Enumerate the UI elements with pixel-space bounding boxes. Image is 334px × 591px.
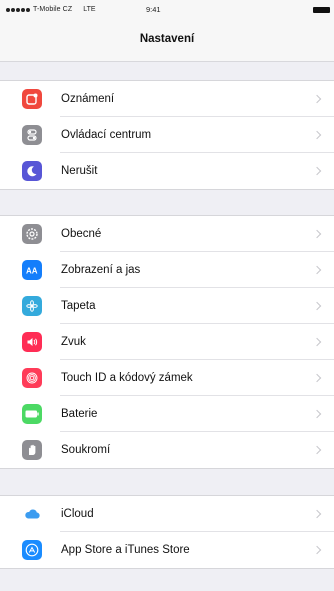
- row-label: Oznámení: [61, 93, 115, 105]
- settings-row-battery[interactable]: Baterie: [0, 396, 334, 432]
- carrier-name: T-Mobile CZ: [33, 6, 73, 13]
- chevron-right-icon: [312, 409, 322, 419]
- chevron-right-icon: [312, 373, 322, 383]
- chevron-right-icon: [312, 94, 322, 104]
- settings-group-3: iCloud App Store a iTunes Store: [0, 495, 334, 569]
- settings-group-1: Oznámení Ovládací centrum Nerušit: [0, 80, 334, 190]
- row-label: Ovládací centrum: [61, 129, 152, 141]
- gear-icon: [22, 224, 42, 244]
- chevron-right-icon: [312, 445, 322, 455]
- chevron-right-icon: [312, 166, 322, 176]
- settings-row-app-store[interactable]: App Store a iTunes Store: [0, 532, 334, 568]
- cloud-icon: [22, 504, 42, 524]
- chevron-right-icon: [312, 545, 322, 555]
- signal-strength-icon: [6, 7, 30, 12]
- display-brightness-icon: AA: [22, 260, 42, 280]
- chevron-right-icon: [312, 509, 322, 519]
- chevron-right-icon: [312, 229, 322, 239]
- settings-row-touch-id[interactable]: Touch ID a kódový zámek: [0, 360, 334, 396]
- settings-row-general[interactable]: Obecné: [0, 216, 334, 252]
- status-bar-left: T-Mobile CZ LTE: [6, 6, 96, 13]
- row-label: iCloud: [61, 508, 94, 520]
- status-time: 9:41: [146, 5, 161, 14]
- hand-icon: [22, 440, 42, 460]
- row-label: Tapeta: [61, 300, 96, 312]
- settings-row-icloud[interactable]: iCloud: [0, 496, 334, 532]
- row-label: Touch ID a kódový zámek: [61, 372, 193, 384]
- chevron-right-icon: [312, 265, 322, 275]
- fingerprint-icon: [22, 368, 42, 388]
- network-type: LTE: [83, 6, 96, 13]
- battery-icon: [22, 404, 42, 424]
- chevron-right-icon: [312, 337, 322, 347]
- battery-status-icon: [313, 7, 330, 13]
- settings-row-wallpaper[interactable]: Tapeta: [0, 288, 334, 324]
- settings-row-do-not-disturb[interactable]: Nerušit: [0, 153, 334, 189]
- settings-row-sound[interactable]: Zvuk: [0, 324, 334, 360]
- row-label: Nerušit: [61, 165, 98, 177]
- chevron-right-icon: [312, 130, 322, 140]
- row-label: App Store a iTunes Store: [61, 544, 190, 556]
- row-label: Zvuk: [61, 336, 86, 348]
- app-store-icon: [22, 540, 42, 560]
- settings-row-privacy[interactable]: Soukromí: [0, 432, 334, 468]
- settings-row-control-center[interactable]: Ovládací centrum: [0, 117, 334, 153]
- chevron-right-icon: [312, 301, 322, 311]
- speaker-icon: [22, 332, 42, 352]
- moon-icon: [22, 161, 42, 181]
- row-label: Zobrazení a jas: [61, 264, 141, 276]
- control-center-icon: [22, 125, 42, 145]
- status-bar: T-Mobile CZ LTE 9:41: [0, 0, 334, 22]
- page-title: Nastavení: [139, 33, 195, 45]
- settings-row-display-brightness[interactable]: AA Zobrazení a jas: [0, 252, 334, 288]
- wallpaper-icon: [22, 296, 42, 316]
- notifications-icon: [22, 89, 42, 109]
- row-label: Baterie: [61, 408, 98, 420]
- row-label: Obecné: [61, 228, 102, 240]
- svg-text:AA: AA: [26, 267, 38, 276]
- settings-row-notifications[interactable]: Oznámení: [0, 81, 334, 117]
- row-label: Soukromí: [61, 444, 111, 456]
- navigation-bar: Nastavení: [0, 22, 334, 62]
- settings-group-2: Obecné AA Zobrazení a jas Tapeta Zvuk To…: [0, 215, 334, 469]
